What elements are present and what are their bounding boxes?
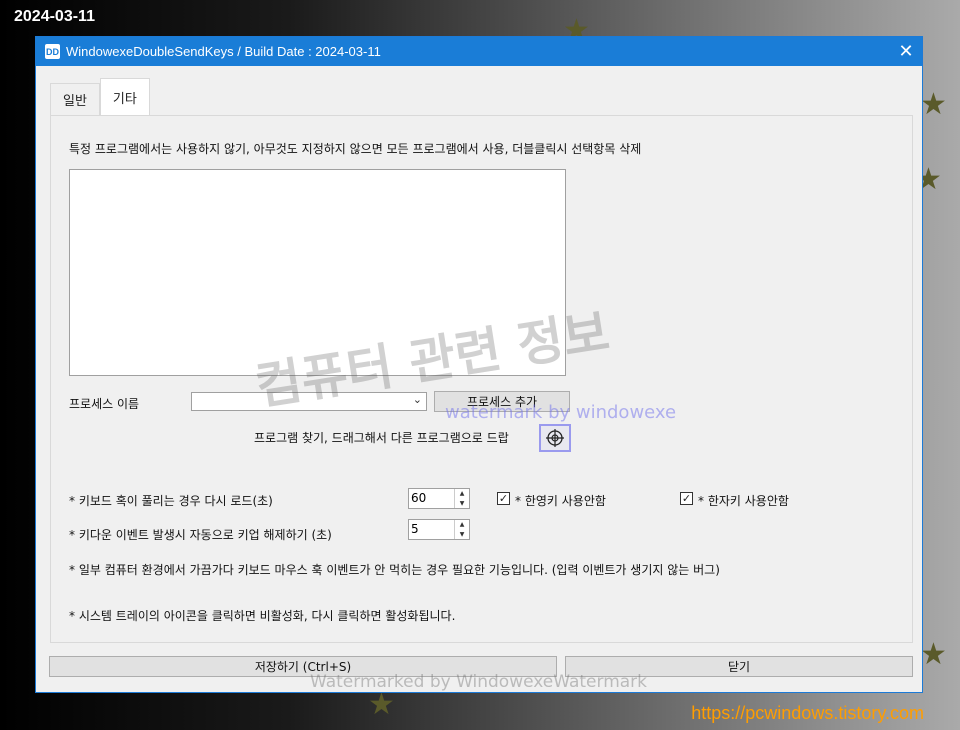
program-finder-drag-target[interactable] (539, 424, 571, 452)
close-button[interactable]: 닫기 (565, 656, 913, 677)
title-bar[interactable]: DD WindowexeDoubleSendKeys / Build Date … (36, 37, 922, 66)
tab-panel-other: 특정 프로그램에서는 사용하지 않기, 아무것도 지정하지 않으면 모든 프로그… (50, 115, 913, 643)
star-decoration: ★ (368, 687, 395, 722)
hangul-key-checkbox[interactable]: ✓ (497, 492, 510, 505)
blog-url: https://pcwindows.tistory.com (691, 703, 924, 723)
process-name-combobox[interactable]: ⌄ (191, 392, 427, 411)
note-tray-toggle: * 시스템 트레이의 아이콘을 클릭하면 비활성화, 다시 클릭하면 활성화됩니… (69, 609, 456, 623)
star-decoration: ★ (920, 637, 947, 672)
add-process-button[interactable]: 프로세스 추가 (434, 391, 570, 412)
star-decoration: ★ (920, 87, 947, 122)
reload-interval-spinner[interactable]: ▲ ▼ (454, 489, 469, 508)
chevron-down-icon[interactable]: ⌄ (413, 393, 422, 406)
app-icon: DD (45, 44, 60, 59)
description-text: 특정 프로그램에서는 사용하지 않기, 아무것도 지정하지 않으면 모든 프로그… (69, 142, 642, 156)
excluded-process-list[interactable] (69, 169, 566, 376)
close-window-button[interactable]: ✕ (890, 37, 922, 66)
tab-strip: 일반 기타 (50, 78, 150, 115)
reload-interval-input[interactable]: 60 ▲ ▼ (408, 488, 470, 509)
keyup-release-spinner[interactable]: ▲ ▼ (454, 520, 469, 539)
save-button[interactable]: 저장하기 (Ctrl+S) (49, 656, 557, 677)
app-window: DD WindowexeDoubleSendKeys / Build Date … (35, 36, 923, 693)
hangul-key-label: * 한영키 사용안함 (515, 494, 606, 508)
hanja-key-checkbox[interactable]: ✓ (680, 492, 693, 505)
reload-interval-value: 60 (411, 491, 427, 505)
process-name-label: 프로세스 이름 (69, 397, 140, 411)
keyup-release-input[interactable]: 5 ▲ ▼ (408, 519, 470, 540)
tab-other[interactable]: 기타 (99, 78, 150, 115)
crosshair-icon (546, 429, 564, 447)
close-icon: ✕ (898, 41, 914, 61)
desktop-date: 2024-03-11 (14, 8, 95, 25)
window-title: WindowexeDoubleSendKeys / Build Date : 2… (66, 44, 381, 59)
reload-interval-label: * 키보드 혹이 풀리는 경우 다시 로드(초) (69, 494, 273, 508)
hanja-key-label: * 한자키 사용안함 (698, 494, 789, 508)
keyup-release-label: * 키다운 이벤트 발생시 자동으로 키업 해제하기 (초) (69, 528, 332, 542)
keyup-release-value: 5 (411, 522, 419, 536)
find-program-label: 프로그램 찾기, 드래그해서 다른 프로그램으로 드랍 (254, 431, 509, 445)
tab-general[interactable]: 일반 (50, 83, 100, 115)
note-hook-bug: * 일부 컴퓨터 환경에서 가끔가다 키보드 마우스 훅 이벤트가 안 먹히는 … (69, 563, 720, 577)
